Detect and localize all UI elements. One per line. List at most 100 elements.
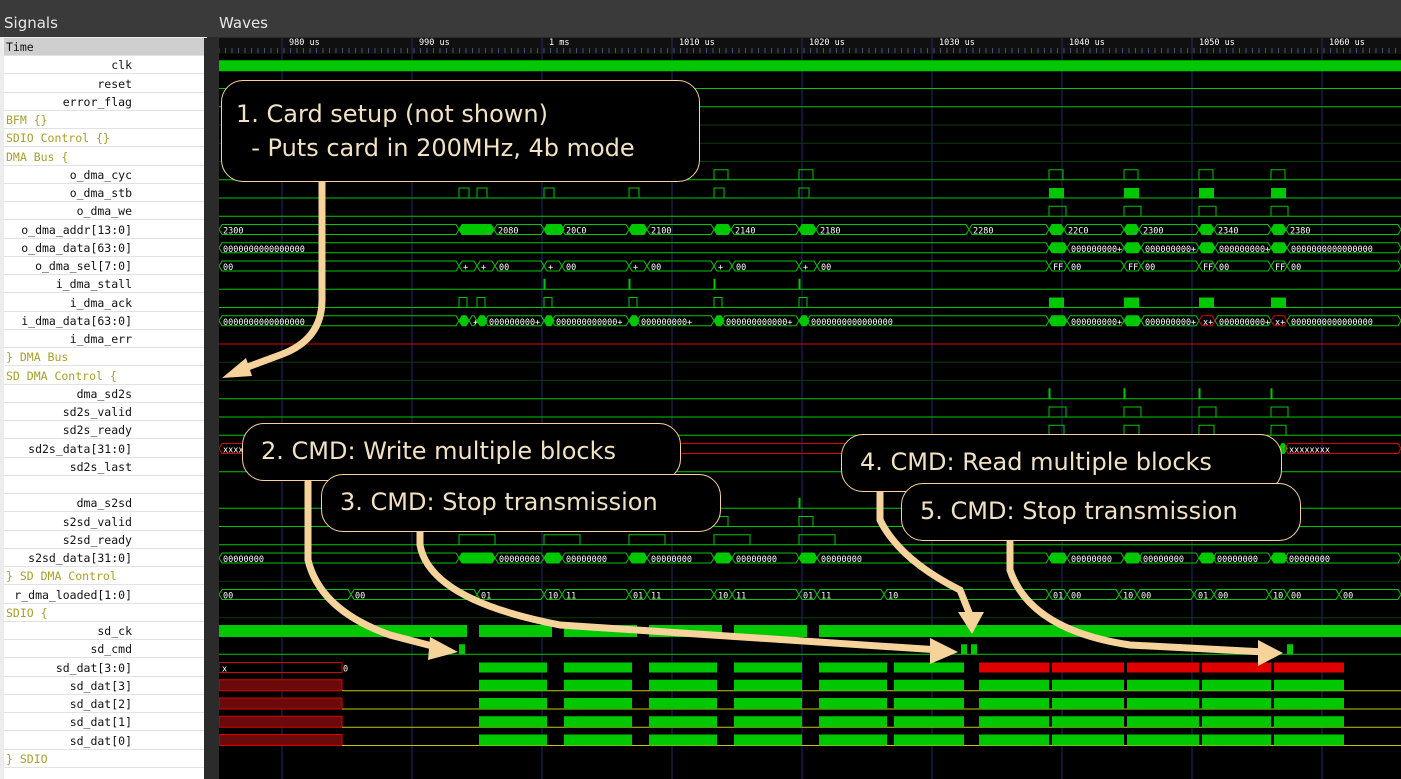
signal-row[interactable]: o_dma_cyc [4,166,204,184]
bus-value-label: 00 [499,263,509,273]
signal-row[interactable]: sd2s_data[31:0] [4,440,204,458]
bus-value-label: 2300 [223,227,243,237]
signal-pulse [798,169,814,180]
bus-value-label: 00 [651,263,661,273]
sd-dat-burst [979,698,1049,709]
bus-value-label: 00 [1141,592,1151,602]
signal-row[interactable]: sd2s_valid [4,403,204,421]
signal-pulse [543,187,555,198]
sd-dat-burst [564,716,632,728]
bus-value-label: FF [1053,263,1063,273]
signal-group-row[interactable]: DMA Bus { [4,148,204,166]
bus-segment [1270,242,1288,254]
bus-value-label: 000000000000+ [726,318,793,328]
sd-dat-burst [564,734,632,746]
signal-row[interactable]: o_dma_addr[13:0] [4,221,204,239]
signal-row[interactable]: sd_cmd [4,640,204,659]
signal-row[interactable]: i_dma_stall [4,275,204,294]
bus-value-label: 01 [1198,592,1208,602]
sd-dat-burst [1052,716,1124,728]
signal-pulse [798,187,810,198]
signal-pulse [1048,406,1067,417]
sd-ck-waveform [219,625,467,637]
bus-segment [350,589,478,600]
signal-pulse [1270,424,1287,436]
signal-row[interactable] [4,476,204,494]
signal-pulse [1198,205,1217,217]
signal-row[interactable]: r_dma_loaded[1:0] [4,586,204,604]
sd-dat-read-burst [1052,662,1124,673]
signal-group-row[interactable]: SDIO { [4,604,204,622]
sd-dat-burst [479,734,547,746]
signal-row[interactable]: clk [4,56,204,75]
signal-row[interactable]: sd_dat[0] [4,732,204,750]
signal-pulse [476,297,486,308]
signal-row[interactable]: sd_dat[3:0] [4,659,204,677]
bus-value-label: 000000000+ [1219,245,1270,255]
signal-group-row[interactable]: SD DMA Control { [4,367,204,385]
time-row[interactable]: Time [4,38,204,56]
bus-value-label: 00 [1145,263,1155,273]
signal-group-row[interactable]: } DMA Bus [4,348,204,367]
signal-row[interactable]: o_dma_sel[7:0] [4,257,204,275]
signal-pulse [1271,188,1286,198]
sd-dat-write-burst [649,662,717,673]
signal-row[interactable]: s2sd_valid [4,513,204,531]
signal-row[interactable]: sd2s_ready [4,421,204,440]
signal-row[interactable]: o_dma_stb [4,184,204,202]
sd-dat-burst [734,679,802,691]
signal-row[interactable]: sd_dat[3] [4,677,204,695]
signal-pulse [1198,169,1214,180]
bus-value-label: 00000000 [651,555,692,565]
bus-value-label: 00000000 [1289,555,1330,565]
signal-row[interactable]: o_dma_data[63:0] [4,239,204,257]
signal-row[interactable]: sd_ck [4,622,204,640]
bus-value-label: 2100 [651,227,671,237]
signal-row[interactable]: i_dma_err [4,330,204,348]
signal-row[interactable]: sd2s_last [4,458,204,476]
signal-row[interactable]: dma_s2sd [4,494,204,513]
signal-pulse [1123,406,1142,417]
waves-panel-title: Waves [219,14,268,32]
signal-row[interactable]: sd_dat[1] [4,713,204,732]
signal-row[interactable]: reset [4,75,204,93]
signal-group-row[interactable]: } SD DMA Control [4,567,204,586]
signal-row[interactable]: sd_dat[2] [4,695,204,713]
signal-row[interactable]: o_dma_we [4,202,204,221]
bus-value-label: 00000000 [821,555,862,565]
bus-value-label: 00 [566,263,576,273]
signal-pulse [1123,388,1126,399]
sd-dat-burst [1274,698,1344,709]
callout-card-setup: 1. Card setup (not shown) - Puts card in… [221,80,700,182]
signal-group-row[interactable]: SDIO Control {} [4,129,204,148]
signal-pulse [1199,297,1214,308]
signal-group-row[interactable]: BFM {} [4,111,204,129]
bus-value-label: 10 [548,592,558,602]
pane-splitter[interactable] [204,38,219,779]
signal-pulse [1048,388,1051,399]
signal-group-row[interactable]: } SDIO [4,750,204,768]
bus-value-label: 10 [1123,592,1133,602]
bus-segment [543,552,563,564]
signal-row[interactable]: dma_sd2s [4,385,204,403]
bus-value-label: + [633,263,638,273]
signal-row[interactable]: s2sd_ready [4,531,204,549]
sd-dat-burst [649,734,717,746]
bus-value-label: 11 [651,592,661,602]
sd-dat-bus-unknown [219,662,343,673]
bus-value-label: FF [1203,263,1213,273]
signal-row[interactable]: error_flag [4,93,204,111]
signal-pulse [1271,297,1286,308]
signal-list[interactable]: Time clk reset error_flag BFM {} SDIO Control… [4,38,204,779]
bus-segment [458,315,470,327]
sd-dat-write-burst [734,662,802,673]
signal-row[interactable]: s2sd_data[31:0] [4,549,204,567]
bus-value-label: 00 [1343,592,1353,602]
sd-dat-burst [894,679,964,691]
waves-panel-header: Waves [207,0,1401,37]
signal-row[interactable]: i_dma_data[63:0] [4,312,204,330]
bus-value-label: 01 [481,592,491,602]
signal-row[interactable]: i_dma_ack [4,294,204,312]
bus-value-label: FF [1128,263,1138,273]
signals-panel-title: Signals [4,14,58,32]
